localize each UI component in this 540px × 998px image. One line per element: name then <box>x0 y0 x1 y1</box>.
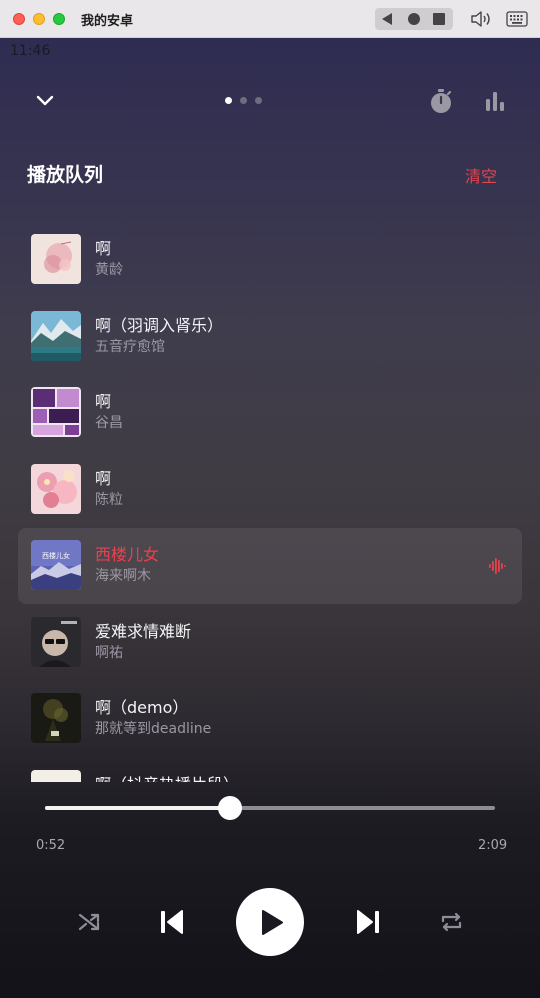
svg-text:西楼儿女: 西楼儿女 <box>42 551 70 560</box>
play-button[interactable] <box>236 888 304 956</box>
queue-item[interactable]: 爱难求情难断 啊祐 <box>18 605 522 681</box>
album-cover <box>31 234 81 284</box>
album-cover <box>31 693 81 743</box>
sleep-timer-icon[interactable] <box>429 88 453 114</box>
album-cover <box>31 616 81 667</box>
song-title: 啊（demo） <box>95 698 189 717</box>
queue-item[interactable]: 西楼儿女 西楼儿女海来啊木 <box>18 528 522 604</box>
zoom-window-button[interactable] <box>53 13 65 25</box>
album-cover: 西楼儿女 <box>31 540 81 590</box>
album-cover <box>31 463 81 514</box>
seek-thumb[interactable] <box>217 796 242 820</box>
queue-item[interactable]: 啊（羽调入肾乐） 五音疗愈馆 <box>18 299 522 375</box>
page-dot[interactable] <box>225 97 232 104</box>
clear-queue-button[interactable]: 清空 <box>465 163 497 187</box>
collapse-chevron-icon[interactable] <box>32 90 58 112</box>
song-title: 爱难求情难断 <box>95 621 192 641</box>
song-title: 啊 <box>95 392 112 411</box>
android-nav-buttons <box>375 8 453 30</box>
back-icon[interactable] <box>382 13 392 25</box>
song-artist: 黄龄 <box>95 262 123 278</box>
song-artist: 啊祐 <box>95 644 123 661</box>
window-title: 我的安卓 <box>81 14 134 29</box>
play-icon <box>262 910 283 935</box>
queue-item[interactable]: 啊黄龄 <box>18 222 522 298</box>
window-titlebar: 我的安卓 <box>0 0 540 38</box>
song-title: 西楼儿女 <box>95 545 160 564</box>
repeat-icon[interactable] <box>439 910 464 934</box>
next-icon[interactable] <box>354 906 382 938</box>
song-artist: 那就等到deadline <box>95 721 212 737</box>
queue-item[interactable]: 啊谷昌 <box>18 375 522 451</box>
seek-bar-progress <box>45 806 230 810</box>
home-icon[interactable] <box>408 13 420 25</box>
close-window-button[interactable] <box>13 13 25 25</box>
song-title: 啊 <box>95 239 112 258</box>
shuffle-icon[interactable] <box>77 910 101 934</box>
previous-icon[interactable] <box>158 906 186 938</box>
keyboard-icon[interactable] <box>506 11 528 27</box>
album-cover <box>31 387 81 437</box>
album-cover <box>31 769 81 782</box>
song-artist: 谷昌 <box>95 415 123 431</box>
song-artist: 陈粒 <box>95 491 123 508</box>
song-title: 啊（羽调入肾乐） <box>95 315 224 335</box>
song-title: 啊 <box>95 468 112 488</box>
queue-item[interactable]: 啊陈粒 <box>18 452 522 528</box>
emulator-window: 我的安卓 11:46 播放队列 清空 啊 黄龄 啊（羽调入肾乐） 五音疗愈馆 啊… <box>0 0 540 998</box>
song-artist: 海来啊木 <box>95 568 151 584</box>
seek-bar[interactable] <box>45 796 495 820</box>
now-playing-wave-icon <box>489 558 506 574</box>
status-clock: 11:46 <box>10 43 51 59</box>
equalizer-icon[interactable] <box>484 91 506 111</box>
queue-item[interactable]: 啊（抖音热播片段） <box>18 758 522 783</box>
page-dot[interactable] <box>240 97 247 104</box>
queue-title: 播放队列 <box>27 164 104 186</box>
song-title: 啊（抖音热播片段） <box>95 771 239 783</box>
song-artist: 五音疗愈馆 <box>95 338 165 355</box>
total-time: 2:09 <box>478 838 508 853</box>
album-cover <box>31 310 81 361</box>
player-screen: 11:46 播放队列 清空 啊黄龄 啊（羽调入肾乐） 五音疗愈馆啊谷昌啊陈粒 西楼儿女… <box>0 38 540 998</box>
play-queue-list: 啊黄龄 啊（羽调入肾乐） 五音疗愈馆啊谷昌啊陈粒 西楼儿女 西楼儿女 海来啊木 爱难求情难断… <box>0 220 540 782</box>
minimize-window-button[interactable] <box>33 13 45 25</box>
page-dot[interactable] <box>255 97 262 104</box>
volume-icon[interactable] <box>470 10 492 28</box>
current-time: 0:52 <box>36 838 66 853</box>
recent-apps-icon[interactable] <box>433 13 445 25</box>
queue-item[interactable]: 啊（demo） 那就等到deadline <box>18 681 522 757</box>
